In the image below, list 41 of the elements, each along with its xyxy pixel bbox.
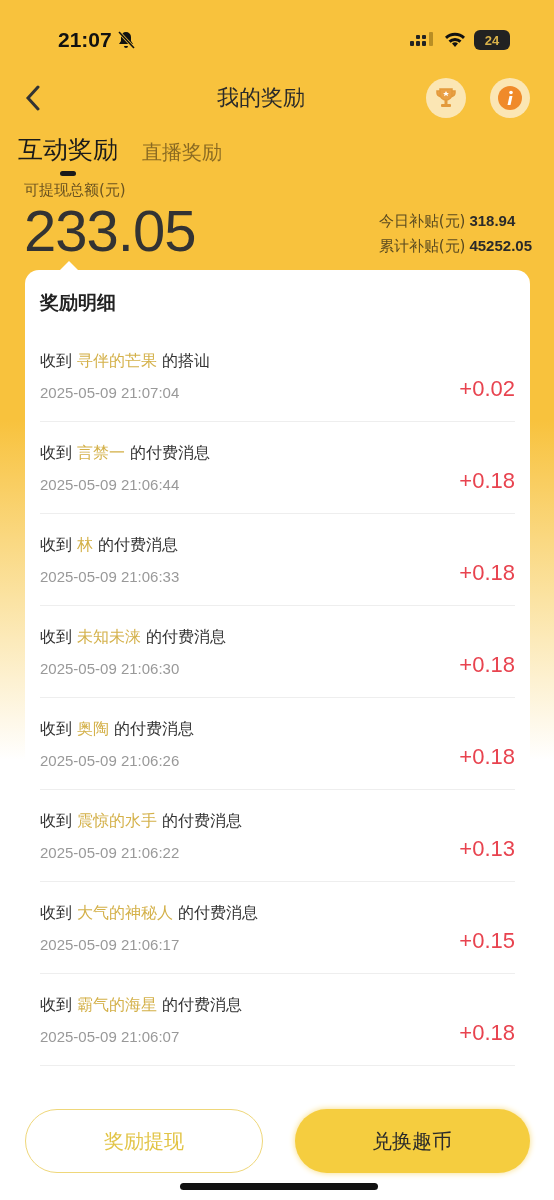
withdrawable-amount: 233.05	[24, 200, 196, 262]
section-title: 奖励明细	[40, 290, 117, 315]
back-icon	[24, 85, 42, 111]
reward-description: 收到 震惊的水手 的付费消息	[40, 810, 244, 832]
reward-description: 收到 霸气的海星 的付费消息	[40, 994, 244, 1016]
reward-time: 2025-05-09 21:07:04	[40, 383, 181, 401]
reward-time: 2025-05-09 21:06:44	[40, 475, 181, 493]
reward-amount: +0.18	[459, 1018, 515, 1046]
subsidy-stat: 今日补贴(元) 318.94	[378, 212, 517, 231]
reward-description: 收到 大气的神秘人 的付费消息	[40, 902, 260, 924]
trophy-icon	[434, 86, 458, 110]
reward-time: 2025-05-09 21:06:22	[40, 843, 181, 861]
reward-description: 收到 奥陶 的付费消息	[40, 718, 196, 740]
reward-amount: +0.18	[459, 466, 515, 494]
exchange-button[interactable]: 兑换趣币	[294, 1109, 530, 1173]
reward-amount: +0.13	[459, 834, 515, 862]
subsidy-stat: 累计补贴(元) 45252.05	[378, 237, 532, 256]
reward-description: 收到 林 的付费消息	[40, 534, 180, 556]
reward-amount: +0.18	[459, 650, 515, 678]
wifi-icon	[444, 32, 466, 48]
amount-label: 可提现总额(元)	[24, 181, 127, 200]
reward-time: 2025-05-09 21:06:30	[40, 659, 181, 677]
reward-time: 2025-05-09 21:06:33	[40, 567, 181, 585]
reward-time: 2025-05-09 21:06:26	[40, 751, 181, 769]
signal-icon	[410, 32, 436, 48]
reward-description: 收到 未知未涞 的付费消息	[40, 626, 228, 648]
page-title: 我的奖励	[216, 84, 306, 112]
reward-amount: +0.02	[459, 374, 515, 402]
reward-amount: +0.18	[459, 558, 515, 586]
reward-description: 收到 言禁一 的付费消息	[40, 442, 212, 464]
battery-icon: 24	[474, 30, 510, 50]
reward-description: 收到 寻伴的芒果 的搭讪	[40, 350, 212, 372]
reward-time: 2025-05-09 21:06:07	[40, 1027, 181, 1045]
reward-time: 2025-05-09 21:06:17	[40, 935, 181, 953]
trophy-button[interactable]	[426, 78, 466, 118]
clock-time: 21:07	[58, 28, 112, 52]
info-icon	[497, 85, 523, 111]
reward-amount: +0.15	[459, 926, 515, 954]
info-button[interactable]	[490, 78, 530, 118]
reward-amount: +0.18	[459, 742, 515, 770]
tab[interactable]: 互动奖励	[18, 133, 118, 176]
